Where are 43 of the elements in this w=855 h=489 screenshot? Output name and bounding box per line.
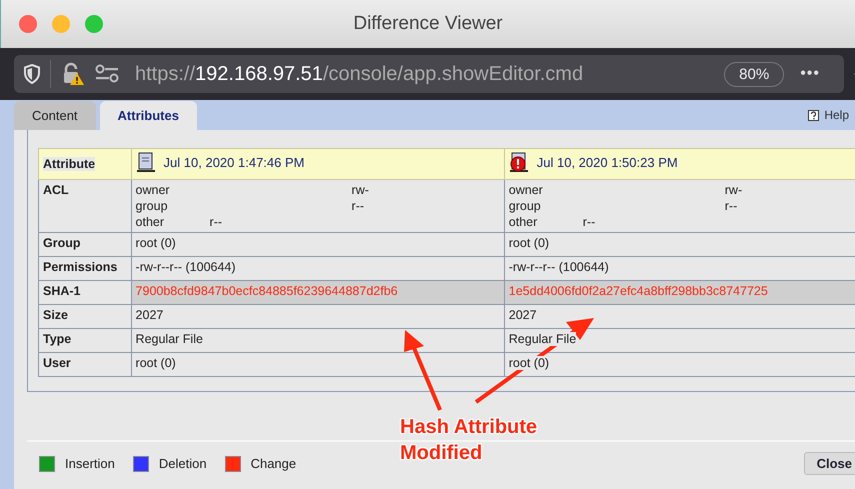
attribute-label: Size [43,308,68,322]
document-icon [136,152,156,173]
version-date: Jul 10, 2020 1:50:23 PM [536,155,678,170]
attribute-label: Group [43,236,80,250]
tab[interactable]: Content [14,101,96,130]
attribute-value: root (0) [508,356,550,370]
attribute-label: User [43,356,71,370]
tab[interactable]: Attributes [100,101,197,130]
column-header: Attribute [43,157,96,171]
acl-name: other [508,215,538,229]
permissions-icon[interactable] [95,64,119,84]
attribute-label: Permissions [43,260,118,274]
attribute-value: -rw-r--r-- (100644) [508,260,609,274]
document-error-icon [508,152,529,173]
attribute-value: root (0) [136,236,176,250]
help-icon[interactable] [808,110,820,120]
changed-value: 7900b8cfd9847b0ecfc84885f6239644887d2fb6 [136,284,398,298]
legend-label: Change [250,456,296,471]
more-menu-button[interactable]: ••• [800,65,820,83]
lock-warning-icon[interactable] [61,62,85,86]
help-link[interactable]: Help [824,108,849,122]
acl-name: other [136,215,164,229]
address-bar[interactable]: https://192.168.97.51/console/app.showEditor.cmd 80% ••• [14,55,844,93]
changed-value: 1e5dd4006fd0f2a27efc4a8bff298bb3c8747725 [508,284,768,298]
annotation-text: Hash Attribute Modified [400,415,538,466]
attribute-value: Regular File [136,332,203,346]
attribute-label: Type [43,332,72,346]
attribute-value: 2027 [508,308,537,322]
attribute-value: Regular File [508,332,576,346]
close-button[interactable]: Close [804,452,855,475]
window-title: Difference Viewer [353,13,503,34]
version-date: Jul 10, 2020 1:47:46 PM [164,155,304,170]
attribute-value: 2027 [136,308,164,322]
attribute-value: -rw-r--r-- (100644) [136,260,236,274]
legend-label: Deletion [158,456,207,471]
zoom-level[interactable]: 80% [724,62,784,86]
url-text[interactable]: https://192.168.97.51/console/app.showEditor.cmd [135,62,584,86]
attribute-label: SHA-1 [43,284,81,298]
legend-label: Insertion [65,456,115,471]
attribute-value: root (0) [136,356,176,370]
attribute-label: ACL [43,183,69,197]
attribute-value: root (0) [508,236,550,250]
shield-icon[interactable] [24,64,40,84]
